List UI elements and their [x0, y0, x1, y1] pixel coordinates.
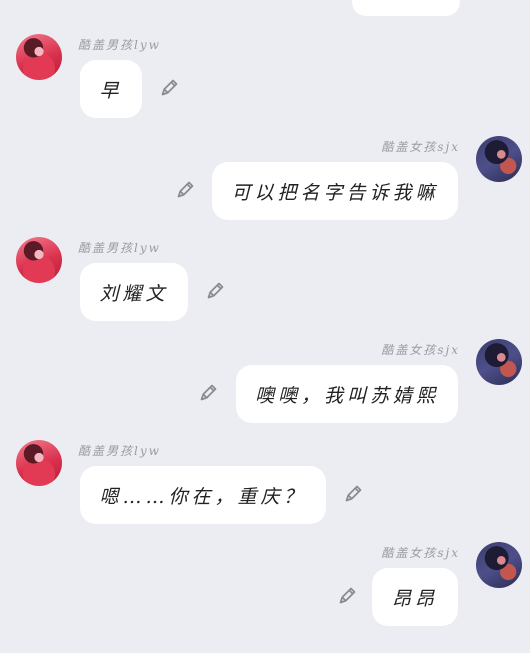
- message-bubble[interactable]: 噢噢，我叫苏婧熙: [236, 365, 458, 423]
- sender-name: 酷盖女孩sjx: [381, 343, 460, 357]
- edit-pencil-icon[interactable]: [204, 279, 226, 301]
- message-bubble[interactable]: 嗯……你在，重庆？: [80, 466, 326, 524]
- message-bubble[interactable]: 早: [80, 60, 142, 118]
- sender-name: 酷盖男孩lyw: [78, 241, 161, 255]
- avatar[interactable]: [476, 339, 522, 385]
- edit-pencil-icon[interactable]: [336, 584, 358, 606]
- avatar[interactable]: [476, 542, 522, 588]
- edit-pencil-icon[interactable]: [342, 482, 364, 504]
- edit-pencil-icon[interactable]: [174, 178, 196, 200]
- message-bubble[interactable]: 可以把名字告诉我嘛: [212, 162, 458, 220]
- message-bubble[interactable]: 刘耀文: [80, 263, 188, 321]
- avatar[interactable]: [476, 136, 522, 182]
- sender-name: 酷盖男孩lyw: [78, 38, 161, 52]
- sender-name: 酷盖男孩lyw: [78, 444, 161, 458]
- avatar[interactable]: [16, 34, 62, 80]
- sender-name: 酷盖女孩sjx: [381, 140, 460, 154]
- avatar[interactable]: [16, 440, 62, 486]
- sender-name: 酷盖女孩sjx: [381, 546, 460, 560]
- edit-pencil-icon[interactable]: [158, 76, 180, 98]
- message-bubble[interactable]: 昂昂: [372, 568, 458, 626]
- chat-screen: 酷盖男孩lyw 早 酷盖女孩sjx 可以把名字告诉我嘛 酷盖男孩lyw 刘耀文 …: [0, 0, 530, 653]
- message-bubble-partial[interactable]: [352, 0, 460, 16]
- avatar[interactable]: [16, 237, 62, 283]
- edit-pencil-icon[interactable]: [197, 381, 219, 403]
